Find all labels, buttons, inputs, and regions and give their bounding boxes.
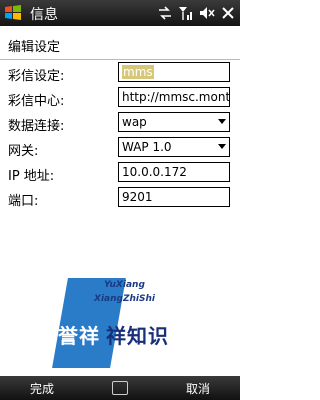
data-connection-label: 数据连接: — [8, 119, 65, 134]
mms-settings-input[interactable]: mms — [118, 62, 230, 82]
mms-settings-label: 彩信设定: — [8, 69, 65, 84]
watermark-line2: XiangZhiShi — [94, 294, 155, 304]
ip-row: IP 地址: 10.0.0.172 — [0, 162, 240, 184]
watermark-line1: YuXiang — [104, 280, 145, 290]
title-bar: 信息 — [0, 0, 240, 26]
page-header: 编辑设定 — [0, 26, 240, 60]
port-input[interactable]: 9201 — [118, 187, 230, 207]
mms-settings-row: 彩信设定: mms — [0, 62, 240, 84]
status-icons — [157, 3, 236, 23]
mms-center-input[interactable]: http://mmsc.mont — [118, 87, 230, 107]
softkey-bar: 完成 取消 — [0, 376, 240, 400]
done-button[interactable]: 完成 — [30, 380, 54, 397]
page-title: 编辑设定 — [8, 40, 61, 55]
watermark-cn-left: 誉祥 — [58, 324, 100, 348]
gateway-value: WAP 1.0 — [122, 140, 172, 154]
gateway-label: 网关: — [8, 144, 39, 159]
keyboard-icon[interactable] — [112, 381, 128, 395]
dropdown-arrow-icon — [218, 119, 226, 124]
ip-label: IP 地址: — [8, 169, 55, 184]
app-title: 信息 — [30, 7, 58, 23]
data-connection-row: 数据连接: wap — [0, 112, 240, 134]
close-icon[interactable] — [220, 5, 236, 21]
ip-input[interactable]: 10.0.0.172 — [118, 162, 230, 182]
cancel-button[interactable]: 取消 — [186, 380, 210, 397]
watermark-cn-right: 祥知识 — [106, 324, 169, 348]
gateway-row: 网关: WAP 1.0 — [0, 137, 240, 159]
watermark-logo: YuXiang XiangZhiShi 誉祥 祥知识 — [52, 278, 240, 368]
data-connection-value: wap — [122, 115, 147, 129]
mms-center-row: 彩信中心: http://mmsc.mont — [0, 87, 240, 109]
gateway-select[interactable]: WAP 1.0 — [118, 137, 230, 157]
data-connection-icon[interactable] — [157, 5, 173, 21]
windows-start-icon[interactable] — [3, 3, 23, 23]
mms-center-label: 彩信中心: — [8, 94, 65, 109]
port-row: 端口: 9201 — [0, 187, 240, 209]
dropdown-arrow-icon — [218, 144, 226, 149]
signal-strength-icon[interactable] — [178, 5, 194, 21]
volume-icon[interactable] — [199, 5, 215, 21]
data-connection-select[interactable]: wap — [118, 112, 230, 132]
mms-settings-value: mms — [122, 65, 154, 79]
port-label: 端口: — [8, 194, 39, 209]
